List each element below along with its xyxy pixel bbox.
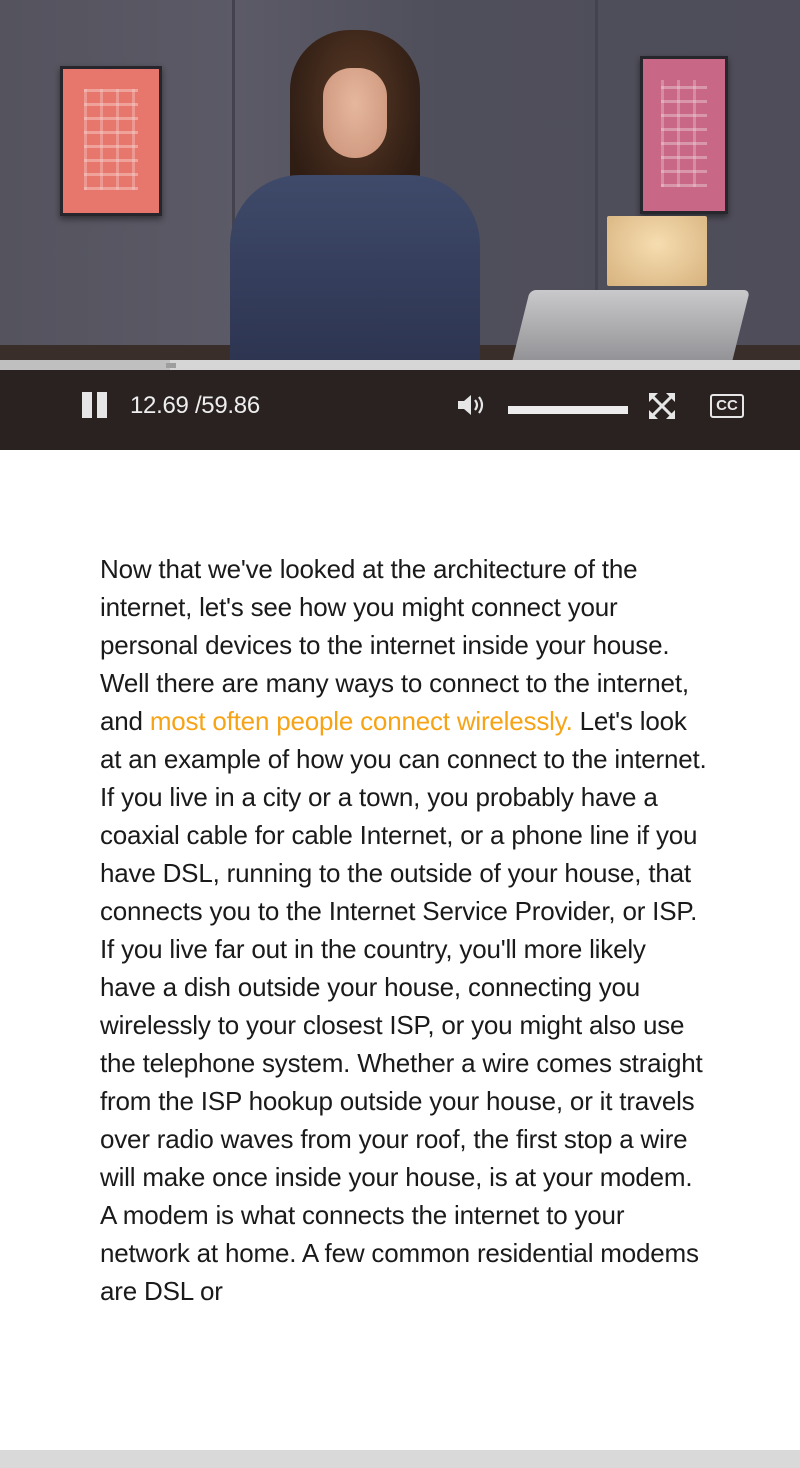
- transcript-highlight[interactable]: most often people connect wirelessly.: [150, 706, 573, 736]
- fullscreen-icon[interactable]: [648, 392, 676, 420]
- pause-icon[interactable]: [82, 392, 110, 420]
- footer-bar: [0, 1450, 800, 1468]
- duration: /59.86: [194, 392, 260, 419]
- time-display: 12.69 /59.86: [130, 392, 260, 420]
- player-controls: [0, 370, 800, 450]
- progress-fill: [0, 360, 170, 370]
- cc-icon[interactable]: CC: [710, 394, 744, 418]
- volume-slider[interactable]: [508, 406, 628, 414]
- transcript: Now that we've looked at the architectur…: [100, 550, 708, 1310]
- transcript-text: Let's look at an example of how you can …: [100, 706, 707, 1306]
- volume-icon[interactable]: [456, 392, 490, 418]
- progress-bar[interactable]: [0, 360, 800, 370]
- poster-right: [640, 56, 728, 214]
- progress-handle[interactable]: [166, 363, 176, 368]
- laptop: [510, 290, 750, 370]
- poster-left: [60, 66, 162, 216]
- video-frame[interactable]: 12.69 /59.86 CC: [0, 0, 800, 450]
- volume-level: [508, 406, 628, 414]
- current-time: 12.69: [130, 392, 189, 419]
- lamp: [607, 216, 707, 286]
